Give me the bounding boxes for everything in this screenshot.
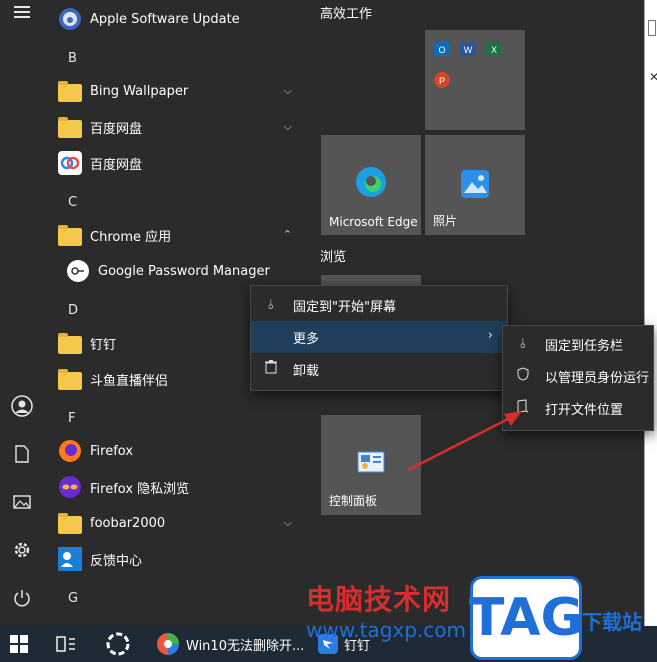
trash-icon (263, 360, 279, 378)
watermark-download: 下载站 (582, 610, 642, 634)
list-item-label: 反馈中心 (90, 553, 143, 569)
annotation-arrow-icon (407, 411, 522, 472)
svg-text:X: X (491, 45, 497, 55)
office-tile[interactable]: O W X P (425, 30, 525, 130)
apple-update-icon (58, 7, 82, 31)
tile-label: 照片 (433, 214, 458, 228)
pinwheel-app-icon[interactable] (106, 626, 130, 662)
list-item[interactable]: Apple Software Update (58, 3, 302, 35)
user-account-icon[interactable] (10, 394, 34, 418)
svg-text:O: O (438, 45, 445, 55)
chevron-down-icon: ⌵ (283, 84, 292, 97)
svg-text:P: P (439, 76, 445, 86)
letter-header[interactable]: G (68, 591, 78, 606)
list-item-label: 钉钉 (90, 337, 117, 353)
shield-icon (515, 367, 531, 385)
list-item-label: foobar2000 (90, 515, 166, 531)
group-title[interactable]: 浏览 (320, 246, 346, 265)
tile-partial[interactable] (321, 275, 421, 285)
folder-icon (58, 81, 82, 102)
list-item-label: Firefox (90, 443, 134, 459)
menu-item-pin-taskbar[interactable]: ⫰ 固定到任务栏 (503, 328, 653, 360)
list-item[interactable]: Bing Wallpaper ⌵ (58, 75, 302, 107)
edge-icon (356, 167, 386, 197)
list-item-label: 斗鱼直播伴侣 (90, 373, 169, 389)
pictures-icon[interactable] (10, 490, 34, 514)
tile-label: Microsoft Edge (329, 215, 418, 229)
menu-item-uninstall[interactable]: 卸载 (251, 353, 507, 385)
context-menu: ⫰ 固定到"开始"屏幕 更多 › 卸载 (250, 285, 508, 391)
control-panel-icon (357, 451, 385, 473)
list-item[interactable]: 百度网盘 (58, 147, 302, 179)
list-item[interactable]: Firefox (58, 435, 302, 467)
menu-item-pin-start[interactable]: ⫰ 固定到"开始"屏幕 (251, 289, 507, 321)
menu-item-run-admin[interactable]: 以管理员身份运行 (503, 360, 653, 392)
group-title[interactable]: 高效工作 (320, 3, 372, 22)
list-item-label: 百度网盘 (90, 157, 143, 173)
watermark-logo: TAG (469, 576, 583, 660)
chevron-right-icon: › (487, 328, 493, 343)
list-item[interactable]: Chrome 应用 ⌃ (58, 219, 302, 251)
menu-item-label: 打开文件位置 (545, 402, 624, 418)
list-item[interactable]: 百度网盘 ⌵ (58, 111, 302, 143)
list-item-label: Apple Software Update (90, 11, 240, 27)
menu-item-label: 更多 (293, 331, 320, 347)
windows-start-icon[interactable] (10, 626, 28, 662)
list-item-label: Firefox 隐私浏览 (90, 481, 190, 497)
list-item[interactable]: foobar2000 ⌵ (58, 507, 302, 539)
folder-icon (58, 225, 82, 246)
start-rail (0, 0, 44, 626)
baidu-netdisk-icon (58, 151, 82, 175)
edge-tile[interactable]: Microsoft Edge (321, 135, 421, 235)
tile-label: 控制面板 (329, 494, 378, 508)
task-view-icon[interactable] (56, 626, 76, 662)
pin-icon: ⫰ (520, 336, 526, 352)
chevron-down-icon: ⌵ (283, 120, 292, 133)
list-item-label: Google Password Manager (98, 263, 270, 279)
watermark-url: www.tagxp.com (306, 618, 466, 642)
settings-gear-icon[interactable] (10, 538, 34, 562)
documents-icon[interactable] (10, 442, 34, 466)
taskbar-window-item[interactable]: Win10无法删除开... (156, 626, 306, 662)
list-item-label: 百度网盘 (90, 121, 143, 137)
chevron-up-icon: ⌃ (282, 228, 292, 241)
svg-text:W: W (464, 45, 473, 55)
menu-item-label: 固定到"开始"屏幕 (293, 299, 396, 315)
photos-tile[interactable]: 照片 (425, 135, 525, 235)
letter-header[interactable]: F (68, 411, 75, 426)
chevron-down-icon: ⌵ (283, 516, 292, 529)
background-window-edge: ✕ (644, 0, 657, 626)
firefox-icon (58, 439, 82, 463)
power-icon[interactable] (10, 586, 34, 610)
folder-icon (58, 333, 82, 354)
list-item-label: Bing Wallpaper (90, 83, 189, 99)
photos-icon (461, 170, 489, 198)
feedback-hub-icon (58, 547, 82, 571)
list-item[interactable]: Google Password Manager (66, 255, 310, 287)
hamburger-menu-icon[interactable] (10, 0, 34, 24)
menu-item-more[interactable]: 更多 › (251, 321, 507, 353)
letter-header[interactable]: B (68, 51, 77, 66)
watermark-site-name: 电脑技术网 (306, 583, 452, 616)
menu-item-label: 固定到任务栏 (545, 338, 624, 354)
google-password-icon (66, 259, 90, 283)
menu-item-label: 以管理员身份运行 (545, 370, 650, 386)
menu-item-label: 卸载 (293, 363, 320, 379)
close-icon: ✕ (649, 70, 657, 84)
firefox-private-icon (58, 475, 82, 499)
folder-icon (58, 369, 82, 390)
list-item-label: Chrome 应用 (90, 229, 172, 245)
pin-icon: ⫰ (268, 297, 274, 313)
window-box-icon (648, 20, 656, 36)
letter-header[interactable]: C (68, 195, 77, 210)
list-item[interactable]: Firefox 隐私浏览 (58, 471, 302, 503)
taskbar-window-label: Win10无法删除开... (186, 638, 305, 654)
folder-icon (58, 117, 82, 138)
colorful-browser-icon (157, 633, 179, 655)
letter-header[interactable]: D (68, 303, 78, 318)
folder-icon (58, 513, 82, 534)
list-item[interactable]: 反馈中心 (58, 543, 302, 575)
